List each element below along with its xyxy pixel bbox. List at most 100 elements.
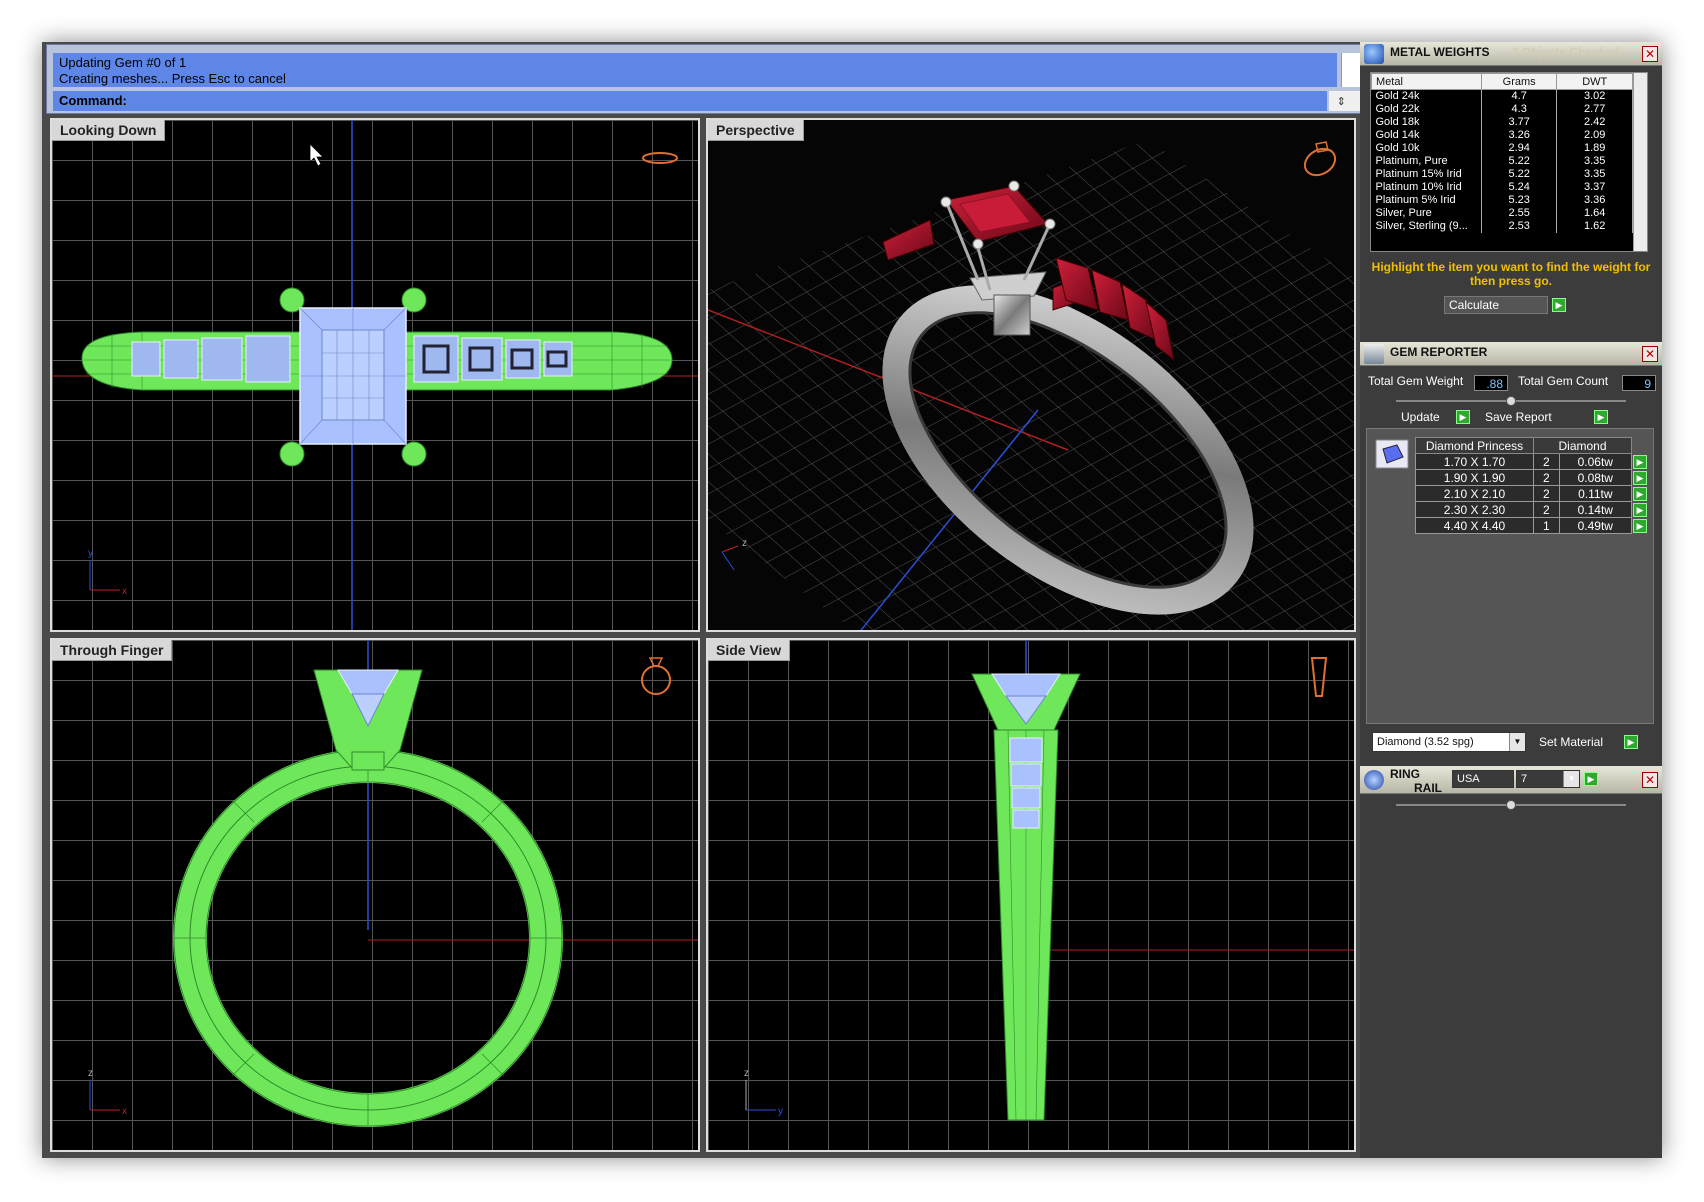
chevron-down-icon[interactable]: ▼ <box>1509 733 1525 751</box>
objects-checked-label: 3 Objects Checked <box>1512 45 1620 59</box>
grams-cell: 5.22 <box>1481 168 1558 181</box>
metal-name-cell: Silver, Pure <box>1371 207 1482 220</box>
metal-weight-row[interactable]: Gold 24k 4.7 3.02 <box>1371 89 1633 103</box>
column-header[interactable]: Metal <box>1371 73 1482 90</box>
ring-size-select[interactable]: 7 ▼ <box>1516 770 1580 788</box>
total-gem-weight-label: Total Gem Weight <box>1368 374 1464 388</box>
gem-count-cell: 2 <box>1533 485 1560 502</box>
gem-slider-knob[interactable] <box>1506 396 1516 406</box>
ring-orientation-icon[interactable] <box>1306 650 1332 700</box>
metal-weight-row[interactable]: Platinum 5% Irid 5.23 3.36 <box>1371 194 1633 207</box>
spin-icon[interactable]: ⇕ <box>1337 95 1346 108</box>
column-header[interactable]: DWT <box>1556 73 1633 90</box>
set-material-go-button[interactable]: ▶ <box>1624 735 1638 749</box>
column-header[interactable]: Diamond Princess <box>1415 437 1534 454</box>
ring-rail-icon <box>1364 770 1384 790</box>
chevron-down-icon[interactable]: ▼ <box>1563 771 1579 787</box>
grams-cell: 2.94 <box>1481 142 1558 155</box>
gem-size-cell: 2.10 X 2.10 <box>1415 485 1534 502</box>
viewport-through-finger[interactable]: Through Finger z x <box>50 638 700 1152</box>
dwt-cell: 3.35 <box>1556 168 1633 181</box>
ring-orientation-icon[interactable] <box>640 148 680 168</box>
total-gem-count-value: 9 <box>1622 375 1656 391</box>
grams-cell: 3.77 <box>1481 116 1558 129</box>
ring-orientation-icon[interactable] <box>636 652 676 698</box>
metal-name-cell: Gold 14k <box>1371 129 1482 142</box>
calculate-go-button[interactable]: ▶ <box>1552 298 1566 312</box>
metal-weights-table[interactable]: Metal Grams DWT Gold 24k 4.7 3.02 Gold 22k 4… <box>1370 72 1648 252</box>
gem-row-go-button[interactable]: ▶ <box>1633 486 1647 501</box>
gem-weight-cell: 0.14tw <box>1558 501 1633 518</box>
gem-size-cell: 4.40 X 4.40 <box>1415 517 1534 534</box>
viewport-side-view[interactable]: Side View z y <box>706 638 1356 1152</box>
gem-reporter-icon <box>1364 344 1384 364</box>
metal-weight-row[interactable]: Silver, Pure 2.55 1.64 <box>1371 207 1633 220</box>
metal-weight-row[interactable]: Platinum 10% Irid 5.24 3.37 <box>1371 181 1633 194</box>
viewport-label[interactable]: Through Finger <box>52 640 173 661</box>
metal-weights-scrollbar[interactable] <box>1633 73 1647 251</box>
total-gem-weight-field: Total Gem Weight .88 <box>1368 374 1508 392</box>
ring-top-view: y x <box>52 120 698 630</box>
gem-row-go-button[interactable]: ▶ <box>1633 502 1647 517</box>
ring-rail-slider-knob[interactable] <box>1506 800 1516 810</box>
metal-weight-row[interactable]: Gold 14k 3.26 2.09 <box>1371 129 1633 142</box>
update-button[interactable]: Update <box>1396 408 1454 426</box>
viewport-label[interactable]: Perspective <box>708 120 804 141</box>
gem-table[interactable]: Diamond Princess Diamond 1.70 X 1.70 2 0.0… <box>1415 437 1648 534</box>
metal-weight-row[interactable]: Silver, Sterling (9... 2.53 1.62 <box>1371 220 1633 233</box>
set-material-button[interactable]: Set Material <box>1534 733 1624 751</box>
grams-cell: 5.23 <box>1481 194 1558 207</box>
history-line-1: Updating Gem #0 of 1 <box>59 55 187 70</box>
column-header[interactable]: Grams <box>1480 73 1558 90</box>
metal-weight-row[interactable]: Gold 22k 4.3 2.77 <box>1371 103 1633 116</box>
viewport-looking-down[interactable]: Looking Down y x <box>50 118 700 632</box>
command-prompt-label: Command: <box>59 93 127 108</box>
command-input[interactable]: Command: <box>53 91 1327 111</box>
metal-weight-row[interactable]: Gold 10k 2.94 1.89 <box>1371 142 1633 155</box>
close-icon[interactable]: ✕ <box>1642 772 1658 788</box>
save-report-button[interactable]: Save Report <box>1480 408 1592 426</box>
ring-side-view: z y <box>744 640 1354 1121</box>
gem-weight-cell: 0.11tw <box>1558 485 1633 502</box>
gem-row[interactable]: 2.30 X 2.30 2 0.14tw ▶ <box>1415 501 1648 518</box>
gem-weight-cell: 0.06tw <box>1558 453 1633 470</box>
gem-row-action: ▶ <box>1632 502 1648 518</box>
country-select[interactable]: USA <box>1452 770 1514 788</box>
grams-cell: 4.3 <box>1481 103 1558 116</box>
metal-weights-header: METAL WEIGHTS 3 Objects Checked ✕ <box>1360 42 1662 66</box>
gem-weight-cell: 0.08tw <box>1558 469 1633 486</box>
ring-rail-go-button[interactable]: ▶ <box>1584 772 1598 786</box>
viewport-label[interactable]: Side View <box>708 640 791 661</box>
metal-name-cell: Gold 10k <box>1371 142 1482 155</box>
metal-weight-row[interactable]: Gold 18k 3.77 2.42 <box>1371 116 1633 129</box>
gem-list-box: Diamond Princess Diamond 1.70 X 1.70 2 0.0… <box>1366 428 1654 724</box>
column-header[interactable]: Diamond <box>1533 437 1632 454</box>
dwt-cell: 3.02 <box>1556 89 1633 103</box>
material-select-value: Diamond (3.52 spg) <box>1377 736 1474 748</box>
dwt-cell: 1.62 <box>1556 220 1633 233</box>
viewport-perspective[interactable]: Perspective z <box>706 118 1356 632</box>
gem-row[interactable]: 2.10 X 2.10 2 0.11tw ▶ <box>1415 485 1648 502</box>
metal-weight-row[interactable]: Platinum 15% Irid 5.22 3.35 <box>1371 168 1633 181</box>
material-select[interactable]: Diamond (3.52 spg) ▼ <box>1372 732 1526 752</box>
gem-row[interactable]: 1.70 X 1.70 2 0.06tw ▶ <box>1415 453 1648 470</box>
update-go-button[interactable]: ▶ <box>1456 410 1470 424</box>
metal-name-cell: Platinum 5% Irid <box>1371 194 1482 207</box>
ring-orientation-icon[interactable] <box>1300 138 1342 180</box>
save-report-go-button[interactable]: ▶ <box>1594 410 1608 424</box>
gem-row[interactable]: 1.90 X 1.90 2 0.08tw ▶ <box>1415 469 1648 486</box>
gem-row-go-button[interactable]: ▶ <box>1633 518 1647 533</box>
dwt-cell: 1.89 <box>1556 142 1633 155</box>
country-value: USA <box>1457 773 1480 785</box>
gem-row-go-button[interactable]: ▶ <box>1633 470 1647 485</box>
close-icon[interactable]: ✕ <box>1642 346 1658 362</box>
gem-row[interactable]: 4.40 X 4.40 1 0.49tw ▶ <box>1415 517 1648 534</box>
metal-weight-row[interactable]: Platinum, Pure 5.22 3.35 <box>1371 155 1633 168</box>
dwt-cell: 2.77 <box>1556 103 1633 116</box>
gem-count-cell: 1 <box>1533 517 1560 534</box>
gem-row-go-button[interactable]: ▶ <box>1633 454 1647 469</box>
close-icon[interactable]: ✕ <box>1642 46 1658 62</box>
gem-reporter-header: GEM REPORTER ✕ <box>1360 342 1662 366</box>
calculate-select[interactable]: Calculate <box>1444 296 1548 314</box>
viewport-label[interactable]: Looking Down <box>52 120 166 141</box>
